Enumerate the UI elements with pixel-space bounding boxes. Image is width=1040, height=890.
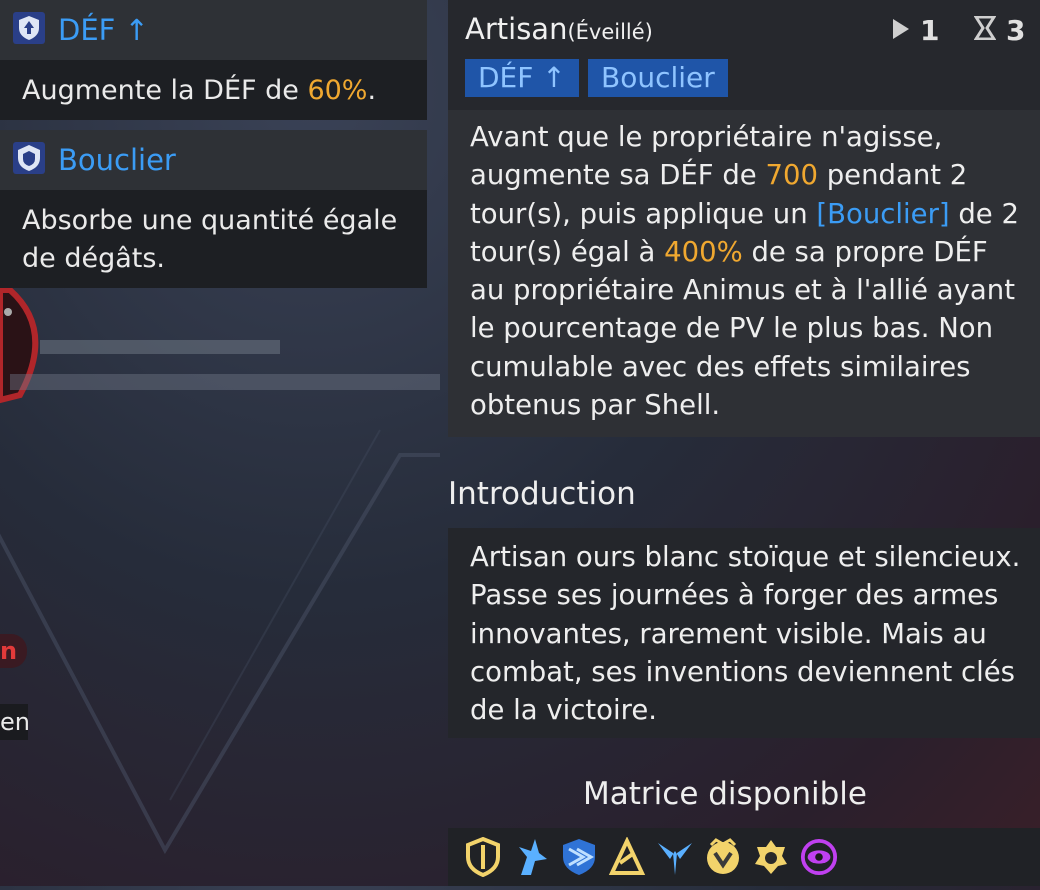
skill-header: Artisan(Éveillé) 1 3 DÉF ↑ Bouclier [448,0,1040,110]
shield-icon [12,141,46,179]
hourglass-icon [973,14,997,47]
matrix-icons-row [448,828,1040,886]
purple-eye-icon[interactable] [800,835,838,879]
skill-name: Artisan(Éveillé) [465,12,653,46]
gold-triangle-icon[interactable] [608,835,646,879]
gold-crest-icon[interactable] [704,835,742,879]
tooltip-title: DÉF ↑ [58,13,149,47]
tooltip-header: Bouclier [0,130,427,190]
tooltip-def-up: DÉF ↑ Augmente la DÉF de 60%. [0,0,427,120]
intro-heading: Introduction [448,476,636,512]
gold-shield-icon[interactable] [464,835,502,879]
side-status-badge: n [0,634,27,668]
intro-panel: Artisan ours blanc stoïque et silencieux… [448,528,1040,738]
def-up-icon [12,11,46,49]
skill-description-text: Avant que le propriétaire n'agisse, augm… [470,121,1019,422]
gold-gear-icon[interactable] [752,835,790,879]
tooltip-shield: Bouclier Absorbe une quantité égale de d… [0,130,427,288]
tooltip-title: Bouclier [58,143,176,177]
skill-description: Avant que le propriétaire n'agisse, augm… [448,110,1040,437]
tooltip-description: Absorbe une quantité égale de dégâts. [22,205,398,274]
cooldown-indicator: 3 [973,14,1025,47]
tag-def-up[interactable]: DÉF ↑ [465,59,579,97]
side-label: en [0,704,28,740]
tooltip-header: DÉF ↑ [0,0,427,60]
shield-link[interactable]: [Bouclier] [816,198,949,230]
matrix-heading: Matrice disponible [583,776,867,812]
tooltip-description: Augmente la DÉF de 60%. [22,75,377,106]
blue-stripe-shield-icon[interactable] [560,835,598,879]
blue-wings-icon[interactable] [656,835,694,879]
cost-indicator: 1 [892,14,939,47]
tag-shield[interactable]: Bouclier [588,59,728,97]
intro-text: Artisan ours blanc stoïque et silencieux… [470,541,1021,727]
play-icon [892,14,910,47]
blue-claw-icon[interactable] [512,835,550,879]
